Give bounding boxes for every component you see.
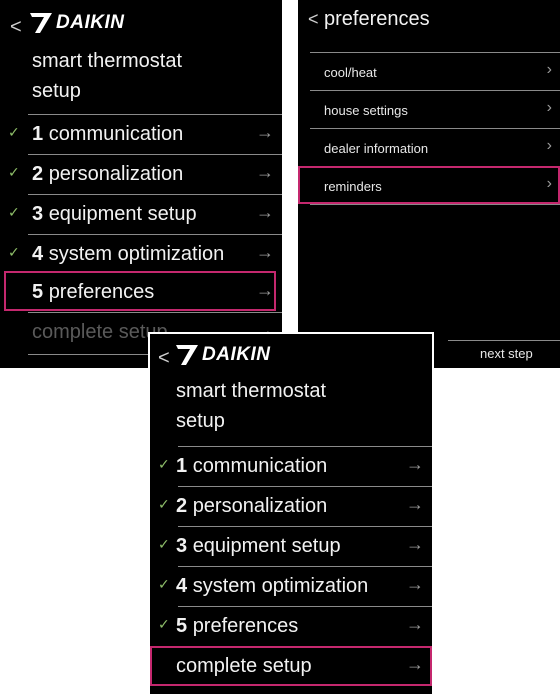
daikin-logo: DAIKIN xyxy=(176,344,270,366)
arrow-right-icon: → xyxy=(406,534,424,554)
divider xyxy=(310,128,560,129)
step-communication[interactable]: ✓ 1 communication → xyxy=(150,446,432,486)
step-equipment-setup[interactable]: ✓ 3 equipment setup → xyxy=(0,194,282,234)
step-label: 2 personalization xyxy=(32,163,184,185)
step-label: 3 equipment setup xyxy=(32,203,197,225)
divider xyxy=(28,312,282,313)
divider xyxy=(178,526,432,527)
step-label: 4 system optimization xyxy=(32,243,225,265)
brand-name: DAIKIN xyxy=(202,344,271,365)
arrow-right-icon: → xyxy=(256,202,274,222)
arrow-right-icon: → xyxy=(256,242,274,262)
divider xyxy=(28,194,282,195)
menu-item-label: cool/heat xyxy=(324,65,377,80)
arrow-right-icon: → xyxy=(406,454,424,474)
step-label: 1 communication xyxy=(32,123,184,145)
chevron-right-icon: › xyxy=(546,137,552,154)
check-icon: ✓ xyxy=(8,164,20,180)
divider xyxy=(310,90,560,91)
step-label: 3 equipment setup xyxy=(176,535,341,557)
step-personalization[interactable]: ✓ 2 personalization → xyxy=(150,486,432,526)
page-title: preferences xyxy=(324,8,430,30)
divider xyxy=(178,606,432,607)
daikin-logo-icon xyxy=(176,345,198,365)
back-icon[interactable]: < xyxy=(308,9,319,29)
step-equipment-setup[interactable]: ✓ 3 equipment setup → xyxy=(150,526,432,566)
arrow-right-icon: → xyxy=(256,122,274,142)
page-title: smart thermostat setup xyxy=(176,380,327,432)
highlight-box xyxy=(150,646,432,686)
divider xyxy=(28,154,282,155)
check-icon: ✓ xyxy=(8,244,20,260)
step-communication[interactable]: ✓ 1 communication → xyxy=(0,114,282,154)
check-icon: ✓ xyxy=(8,124,20,140)
check-icon: ✓ xyxy=(158,496,170,512)
arrow-right-icon: → xyxy=(256,162,274,182)
arrow-right-icon: → xyxy=(406,614,424,634)
setup-screen-complete: < DAIKIN smart thermostat setup ✓ 1 comm… xyxy=(148,332,434,696)
next-step-button[interactable]: next step xyxy=(480,346,533,361)
preferences-screen: < preferences cool/heat › house settings… xyxy=(298,0,560,368)
back-icon[interactable]: < xyxy=(158,348,170,368)
menu-item-label: dealer information xyxy=(324,141,429,156)
step-preferences[interactable]: ✓ 5 preferences → xyxy=(150,606,432,646)
step-label: 2 personalization xyxy=(176,495,328,517)
check-icon: ✓ xyxy=(8,204,20,220)
menu-item-cool-heat[interactable]: cool/heat › xyxy=(298,52,560,90)
check-icon: ✓ xyxy=(158,456,170,472)
check-icon: ✓ xyxy=(158,616,170,632)
check-icon: ✓ xyxy=(158,536,170,552)
divider xyxy=(448,340,560,341)
highlight-box xyxy=(4,271,276,311)
arrow-right-icon: → xyxy=(406,494,424,514)
chevron-right-icon: › xyxy=(546,99,552,116)
step-personalization[interactable]: ✓ 2 personalization → xyxy=(0,154,282,194)
divider xyxy=(310,204,560,205)
divider xyxy=(28,234,282,235)
brand-name: DAIKIN xyxy=(56,12,125,33)
daikin-logo: DAIKIN xyxy=(30,12,124,34)
highlight-box xyxy=(298,166,560,204)
page-title: smart thermostat setup xyxy=(32,50,183,102)
step-label: 4 system optimization xyxy=(176,575,369,597)
menu-item-label: house settings xyxy=(324,103,408,118)
daikin-logo-icon xyxy=(30,13,52,33)
step-system-optimization[interactable]: ✓ 4 system optimization → xyxy=(0,234,282,274)
setup-screen-step5: < DAIKIN smart thermostat setup ✓ 1 comm… xyxy=(0,0,282,368)
arrow-right-icon: → xyxy=(406,574,424,594)
divider xyxy=(178,566,432,567)
divider xyxy=(178,486,432,487)
step-label: 5 preferences xyxy=(176,615,299,637)
step-system-optimization[interactable]: ✓ 4 system optimization → xyxy=(150,566,432,606)
menu-item-house-settings[interactable]: house settings › xyxy=(298,90,560,128)
step-label: 1 communication xyxy=(176,455,328,477)
back-icon[interactable]: < xyxy=(10,17,22,37)
chevron-right-icon: › xyxy=(546,61,552,78)
check-icon: ✓ xyxy=(158,576,170,592)
menu-item-dealer-information[interactable]: dealer information › xyxy=(298,128,560,166)
divider xyxy=(310,52,560,53)
divider xyxy=(28,114,282,115)
divider xyxy=(178,446,432,447)
